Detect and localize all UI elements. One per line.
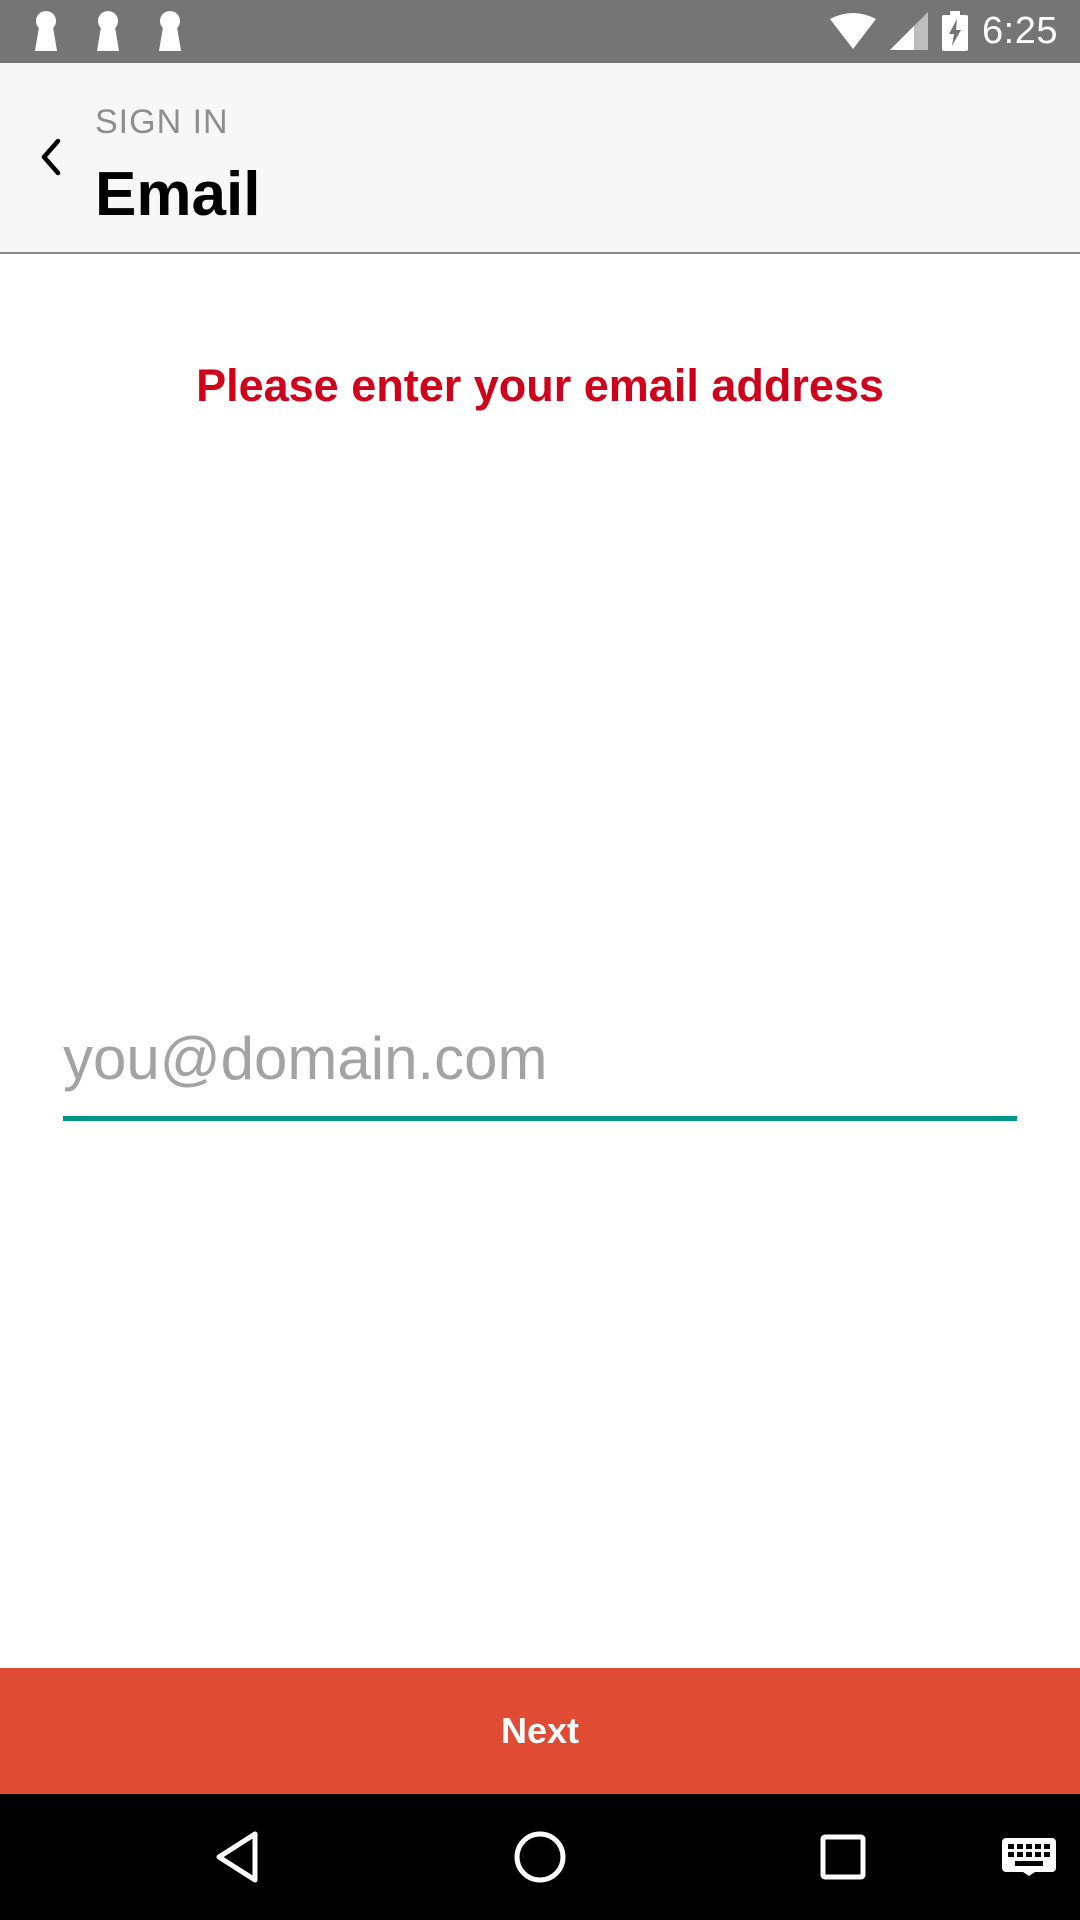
cell-signal-icon [890, 12, 929, 50]
home-circle-icon [514, 1831, 566, 1883]
status-time: 6:25 [982, 9, 1058, 52]
system-status: 6:25 [830, 8, 1058, 54]
keyboard-icon [1002, 1838, 1056, 1876]
email-input[interactable] [63, 1005, 1017, 1111]
chevron-left-icon [41, 138, 61, 176]
keyhole-icon [159, 11, 181, 51]
status-bar: 6:25 [0, 0, 1080, 63]
email-field [63, 1005, 1017, 1121]
back-triangle-icon [216, 1831, 258, 1883]
app-bar-overline: SIGN IN [95, 103, 229, 141]
recents-square-icon [820, 1834, 866, 1880]
next-button[interactable]: Next [0, 1668, 1080, 1794]
back-button[interactable] [20, 127, 80, 187]
nav-back-button[interactable] [202, 1824, 272, 1890]
nav-keyboard-button[interactable] [993, 1824, 1065, 1890]
wifi-icon [830, 13, 877, 49]
sign-in-email-screen: 6:25 SIGN IN Email Please enter your ema… [0, 0, 1080, 1920]
email-prompt: Please enter your email address [196, 360, 884, 411]
keyhole-icon [97, 11, 119, 51]
page-title: Email [95, 160, 261, 229]
keyhole-icon [35, 11, 57, 51]
nav-home-button[interactable] [505, 1824, 575, 1890]
app-bar: SIGN IN Email [0, 63, 1080, 254]
notification-icons [30, 10, 186, 52]
navigation-bar [0, 1794, 1080, 1920]
nav-recents-button[interactable] [808, 1824, 878, 1890]
email-input-underline [63, 1116, 1017, 1121]
battery-charging-icon [942, 11, 969, 51]
